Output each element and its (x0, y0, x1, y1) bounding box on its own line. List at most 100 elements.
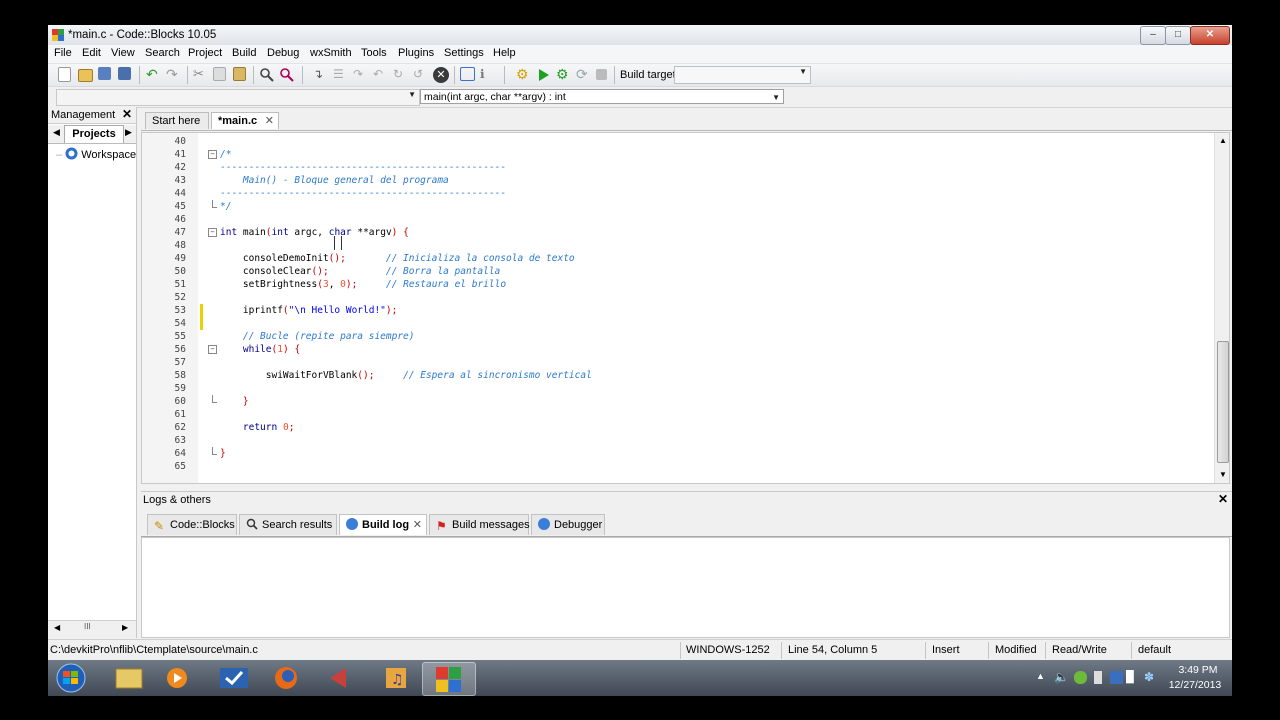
close-logs-icon[interactable]: ✕ (1218, 492, 1228, 506)
code-editor[interactable]: 40 41−/* 42 -------------------------------… (141, 132, 1230, 484)
rebuild-icon[interactable]: ⟳ (576, 67, 592, 83)
security-icon[interactable]: ✽ (1144, 671, 1157, 684)
audio-app-taskbar-icon[interactable]: ♫ (374, 662, 426, 694)
run-icon[interactable] (536, 67, 552, 83)
info-icon[interactable]: ℹ (480, 67, 496, 83)
code-line[interactable]: 54 (142, 317, 1212, 330)
code-line[interactable]: 47 − int main(int argc, char **argv) { (142, 226, 1212, 239)
code-line[interactable]: 55 // Bucle (repite para siempre) (142, 330, 1212, 343)
code-line[interactable]: 46 (142, 213, 1212, 226)
open-folder-icon[interactable] (78, 69, 93, 82)
code-line[interactable]: 42 --------------------------------------… (142, 161, 1212, 174)
run-to-cursor-icon[interactable]: ↴ (313, 67, 329, 83)
function-select[interactable]: main(int argc, char **argv) : int ▼ (420, 89, 784, 104)
menu-tools[interactable]: Tools (361, 47, 387, 59)
code-line[interactable]: 52 (142, 291, 1212, 304)
device-icon[interactable] (1094, 671, 1102, 684)
abort-icon[interactable] (596, 69, 607, 80)
tab-search-results[interactable]: Search results (239, 514, 337, 535)
menu-debug[interactable]: Debug (267, 47, 299, 59)
tab-scroll-right-icon[interactable]: ▶ (125, 127, 132, 138)
tab-projects[interactable]: Projects (64, 125, 124, 143)
tray-window-icon[interactable] (1110, 671, 1123, 684)
paste-icon[interactable] (233, 67, 246, 81)
clock-date[interactable]: 12/27/2013 (1160, 679, 1230, 691)
build-gear-icon[interactable]: ⚙ (516, 67, 532, 83)
tab-build-log[interactable]: Build log ✕ (339, 514, 427, 535)
menu-file[interactable]: File (54, 47, 72, 59)
management-hscrollbar[interactable]: ◀ III ▶ (48, 620, 136, 638)
scroll-left-icon[interactable]: ◀ (54, 623, 60, 632)
step-instruction-icon[interactable]: ↺ (413, 67, 429, 83)
tasks-taskbar-icon[interactable] (212, 662, 264, 694)
clock-time[interactable]: 3:49 PM (1168, 664, 1228, 676)
firefox-taskbar-icon[interactable] (266, 662, 318, 694)
find-icon[interactable] (259, 67, 275, 83)
explorer-taskbar-icon[interactable] (104, 662, 156, 694)
code-line[interactable]: 51 setBrightness(3, 0); // Restaura el b… (142, 278, 1212, 291)
code-line[interactable]: 60 } (142, 395, 1212, 408)
code-line[interactable]: 64} (142, 447, 1212, 460)
code-line[interactable]: 65 (142, 460, 1212, 473)
scroll-thumb[interactable] (1217, 341, 1229, 463)
copy-icon[interactable] (213, 67, 226, 81)
code-line[interactable]: 59 (142, 382, 1212, 395)
fold-collapse-icon[interactable]: − (208, 150, 217, 159)
tab-scroll-left-icon[interactable]: ◀ (53, 127, 60, 138)
scroll-up-icon[interactable]: ▲ (1219, 136, 1227, 145)
menu-view[interactable]: View (111, 47, 135, 59)
menu-help[interactable]: Help (493, 47, 516, 59)
code-line[interactable]: 62 return 0; (142, 421, 1212, 434)
build-log-output[interactable] (141, 537, 1230, 638)
media-player-taskbar-icon[interactable] (158, 662, 210, 694)
workspace-tree-item[interactable]: – Workspace (56, 147, 136, 161)
scroll-thumb-grip[interactable]: III (84, 622, 91, 631)
start-button[interactable] (48, 662, 94, 694)
undo-icon[interactable]: ↶ (146, 67, 162, 83)
redo-icon[interactable]: ↷ (166, 67, 182, 83)
menu-edit[interactable]: Edit (82, 47, 101, 59)
code-line[interactable]: 57 (142, 356, 1212, 369)
menu-build[interactable]: Build (232, 47, 256, 59)
tray-app-icon[interactable] (1074, 671, 1087, 684)
code-line[interactable]: 50 consoleClear(); // Borra la pantalla (142, 265, 1212, 278)
code-line[interactable]: 53 iprintf("\n Hello World!"); (142, 304, 1212, 317)
menu-plugins[interactable]: Plugins (398, 47, 434, 59)
close-management-icon[interactable]: ✕ (122, 107, 132, 121)
save-icon[interactable] (98, 67, 111, 80)
scroll-right-icon[interactable]: ▶ (122, 623, 128, 632)
fold-collapse-icon[interactable]: − (208, 228, 217, 237)
close-button[interactable]: ✕ (1190, 26, 1230, 45)
close-tab-icon[interactable]: ✕ (265, 113, 274, 130)
step-into-icon[interactable]: ↷ (353, 67, 369, 83)
code-line[interactable]: 61 (142, 408, 1212, 421)
tab-main-c[interactable]: *main.c ✕ (211, 112, 279, 129)
code-line[interactable]: 56 − while(1) { (142, 343, 1212, 356)
stop-debugger-icon[interactable]: ✕ (433, 67, 449, 83)
menu-project[interactable]: Project (188, 47, 222, 59)
tab-build-messages[interactable]: ⚑ Build messages (429, 514, 530, 535)
menu-search[interactable]: Search (145, 47, 180, 59)
code-line[interactable]: 49 consoleDemoInit(); // Inicializa la c… (142, 252, 1212, 265)
scroll-down-icon[interactable]: ▼ (1219, 470, 1227, 479)
cut-icon[interactable]: ✂ (193, 67, 209, 83)
volume-icon[interactable]: 🔈 (1054, 671, 1069, 684)
next-instruction-icon[interactable]: ↻ (393, 67, 409, 83)
app-taskbar-icon[interactable] (320, 662, 372, 694)
tab-debugger[interactable]: Debugger (531, 514, 605, 535)
code-line[interactable]: 40 (142, 135, 1212, 148)
maximize-button[interactable]: □ (1165, 26, 1191, 45)
save-all-icon[interactable] (118, 67, 131, 80)
next-line-icon[interactable]: ☰ (333, 67, 349, 83)
code-line[interactable]: 43 Main() - Bloque general del programa (142, 174, 1212, 187)
show-hidden-icons-icon[interactable]: ▲ (1036, 671, 1049, 684)
new-file-icon[interactable] (58, 67, 71, 82)
code-line[interactable]: 58 swiWaitForVBlank(); // Espera al sinc… (142, 369, 1212, 382)
code-line[interactable]: 45 */ (142, 200, 1212, 213)
network-icon[interactable]: █ (1126, 671, 1139, 684)
close-build-log-icon[interactable]: ✕ (413, 515, 422, 536)
step-out-icon[interactable]: ↶ (373, 67, 389, 83)
build-target-select[interactable]: ▼ (674, 66, 811, 84)
code-line[interactable]: 41 −/* (142, 148, 1212, 161)
menu-wxsmith[interactable]: wxSmith (310, 47, 352, 59)
